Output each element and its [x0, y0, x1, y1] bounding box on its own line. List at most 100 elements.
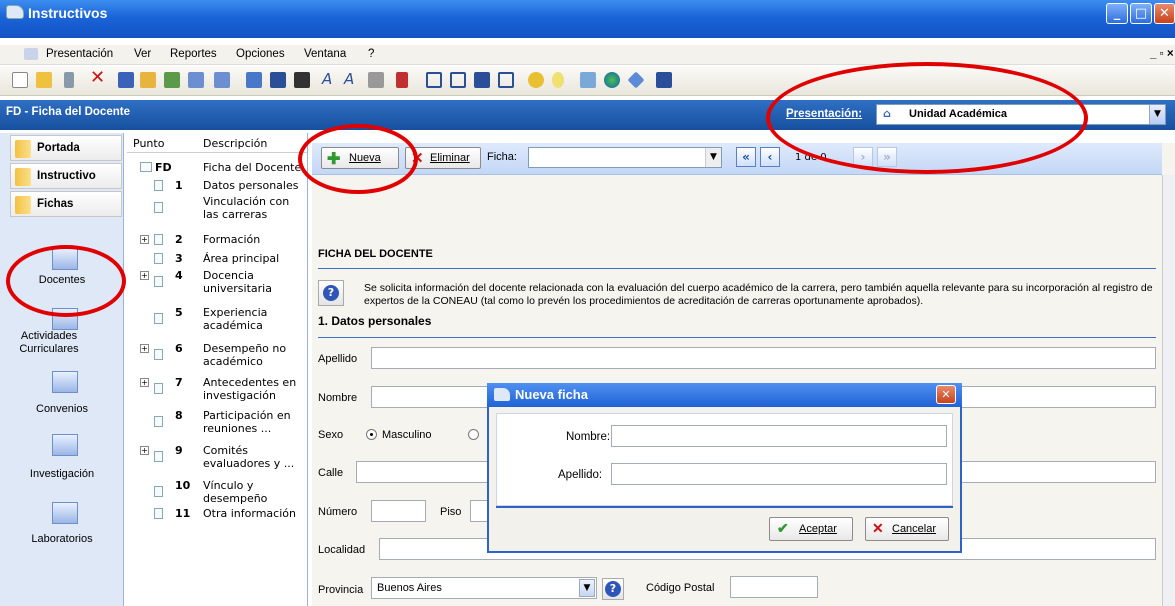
investigacion-icon[interactable] — [52, 434, 78, 456]
folders-icon[interactable] — [580, 72, 596, 88]
dialog-close-button[interactable]: ✕ — [936, 385, 956, 404]
nav-item-investigacion[interactable]: Investigación — [0, 468, 124, 481]
globe-icon[interactable] — [604, 72, 620, 88]
highlight-new-button — [298, 124, 418, 194]
delete-x-icon[interactable]: ✕ — [90, 69, 106, 87]
font-icon[interactable]: A — [322, 72, 338, 88]
mdi-controls-icon[interactable]: _ ▫ × — [1150, 48, 1174, 60]
layout-icon[interactable] — [426, 72, 442, 88]
menu-ventana[interactable]: Ventana — [304, 48, 346, 60]
menu-presentacion[interactable]: Presentación — [46, 48, 113, 60]
vertical-scrollbar[interactable] — [1162, 175, 1175, 606]
chevron-down-icon[interactable]: ▼ — [705, 148, 721, 167]
femenino-radio[interactable] — [468, 429, 479, 440]
page-icon — [154, 253, 163, 264]
cancel-button[interactable]: ✕ Cancelar — [865, 517, 949, 541]
convenios-icon[interactable] — [52, 371, 78, 393]
menu-help[interactable]: ? — [368, 48, 374, 60]
tool-icon[interactable] — [188, 72, 204, 88]
minimize-button[interactable]: _ — [1106, 3, 1128, 24]
expand-icon[interactable]: + — [140, 235, 149, 244]
nombre-input-end[interactable] — [958, 386, 1156, 408]
maximize-button[interactable]: □ — [1130, 3, 1152, 24]
page-icon — [154, 202, 163, 213]
form-title: FD - Ficha del Docente — [6, 106, 130, 118]
ficha-select[interactable]: ▼ — [528, 147, 722, 168]
masculino-radio[interactable] — [366, 429, 377, 440]
chevron-down-icon[interactable]: ▼ — [579, 579, 595, 597]
calle-input-end[interactable] — [958, 461, 1156, 483]
chevron-down-icon[interactable]: ▼ — [1149, 105, 1165, 124]
menu-reportes[interactable]: Reportes — [170, 48, 217, 60]
prev-record-button[interactable]: ‹ — [760, 147, 780, 167]
diamond-icon[interactable] — [627, 71, 645, 89]
help-icon[interactable] — [528, 72, 544, 88]
menu-opciones[interactable]: Opciones — [236, 48, 285, 60]
nav-portada[interactable]: Portada — [10, 135, 122, 161]
provincia-info-button[interactable]: ? — [602, 578, 624, 600]
nav-item-laboratorios[interactable]: Laboratorios — [0, 533, 124, 546]
tree-row-description: Participación en reuniones ... — [203, 409, 291, 435]
tree-header-punto: Punto — [133, 137, 165, 150]
tool-icon[interactable] — [214, 72, 230, 88]
app-icon — [6, 5, 24, 19]
tree-header-descripcion: Descripción — [203, 137, 268, 150]
expand-icon[interactable]: + — [140, 271, 149, 280]
tree-row-description: Antecedentes en investigación — [203, 376, 297, 402]
calle-input[interactable] — [356, 461, 491, 483]
nav-fichas[interactable]: Fichas — [10, 191, 122, 217]
dialog-apellido-input[interactable] — [611, 463, 947, 485]
form-icon — [140, 162, 152, 172]
tree-row-description: Vínculo y desempeño — [203, 479, 268, 505]
new-doc-icon[interactable] — [12, 72, 28, 88]
folder-icon[interactable] — [140, 72, 156, 88]
tree-row-description: Ficha del Docente — [203, 161, 302, 174]
layout-icon[interactable] — [450, 72, 466, 88]
close-button[interactable]: ✕ — [1154, 3, 1175, 24]
laboratorios-icon[interactable] — [52, 502, 78, 524]
dialog-nombre-input[interactable] — [611, 425, 947, 447]
folder-icon — [15, 168, 31, 186]
grid-view-icon[interactable] — [294, 72, 310, 88]
tree-row-number: 3 — [175, 252, 183, 265]
nombre-input[interactable] — [371, 386, 491, 408]
nombre-label: Nombre — [318, 392, 358, 404]
window-icon[interactable] — [498, 72, 514, 88]
page-icon — [154, 234, 163, 245]
provincia-value: Buenos Aires — [377, 582, 442, 594]
dialog-titlebar: Nueva ficha ✕ — [487, 383, 962, 407]
save-icon[interactable] — [118, 72, 134, 88]
edit-icon[interactable] — [64, 72, 74, 88]
highlight-docentes — [6, 245, 126, 317]
accept-button[interactable]: ✔ Aceptar — [769, 517, 853, 541]
numero-input[interactable] — [371, 500, 426, 522]
layout-icon[interactable] — [474, 72, 490, 88]
tip-icon[interactable] — [552, 72, 564, 88]
open-folder-icon[interactable] — [36, 72, 52, 88]
expand-icon[interactable]: + — [140, 446, 149, 455]
highlight-presentation — [766, 62, 1088, 174]
nav-instructivo[interactable]: Instructivo — [10, 163, 122, 189]
print-icon[interactable] — [368, 72, 384, 88]
tree-view-icon[interactable] — [246, 72, 262, 88]
expand-icon[interactable]: + — [140, 344, 149, 353]
ficha-label: Ficha: — [487, 151, 517, 163]
page-icon — [154, 276, 163, 287]
menu-ver[interactable]: Ver — [134, 48, 151, 60]
expand-icon[interactable]: + — [140, 378, 149, 387]
nav-item-actividades[interactable]: Actividades Curriculares — [0, 330, 104, 356]
codigo-postal-input[interactable] — [730, 576, 818, 598]
export-icon[interactable] — [656, 72, 672, 88]
info-button[interactable]: ? — [318, 280, 344, 306]
first-record-button[interactable]: « — [736, 147, 756, 167]
font-icon[interactable]: A — [344, 72, 360, 88]
refresh-icon[interactable] — [164, 72, 180, 88]
list-view-icon[interactable] — [270, 72, 286, 88]
dialog-title: Nueva ficha — [515, 387, 588, 402]
apellido-input[interactable] — [371, 347, 1156, 369]
report-icon[interactable] — [396, 72, 408, 88]
form-description: Se solicita información del docente rela… — [364, 282, 1153, 307]
nav-item-convenios[interactable]: Convenios — [0, 403, 124, 416]
provincia-select[interactable]: Buenos Aires ▼ — [371, 577, 597, 599]
tree-row-description: Vinculación con las carreras — [203, 195, 290, 221]
